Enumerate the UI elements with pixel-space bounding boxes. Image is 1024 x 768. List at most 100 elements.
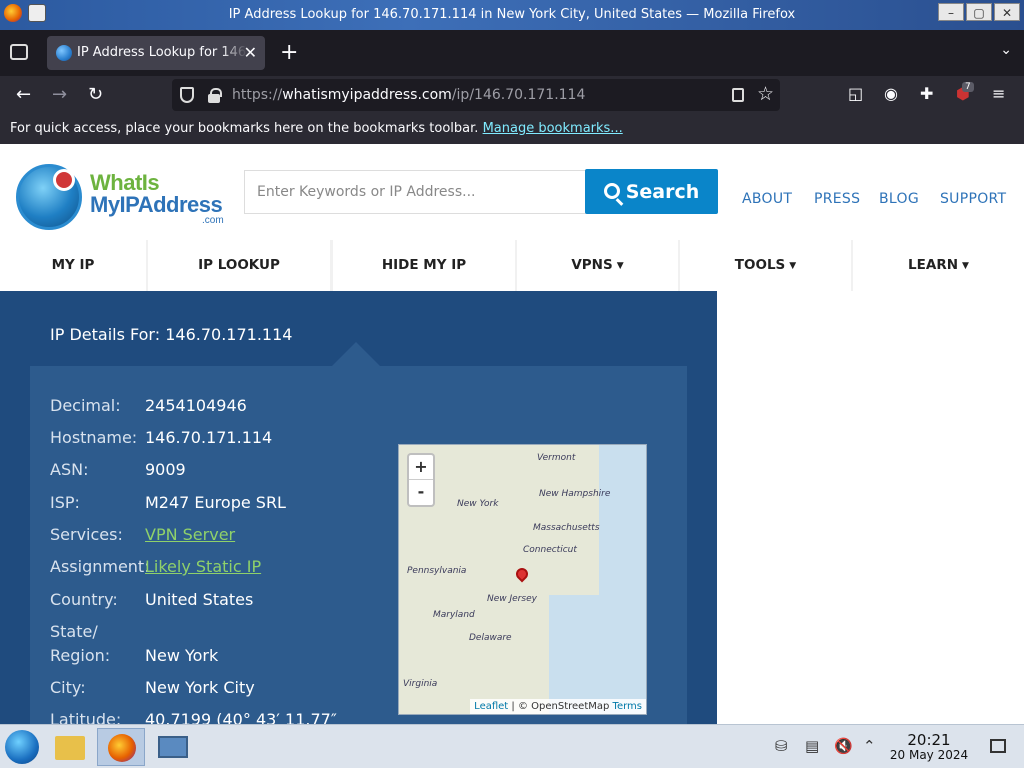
nav-ip-lookup[interactable]: IP LOOKUP: [148, 240, 330, 291]
osm-attribution: | © OpenStreetMap: [511, 701, 610, 712]
monitor-icon: [158, 736, 188, 758]
list-all-tabs-button[interactable]: ⌄: [1000, 42, 1012, 58]
detail-row-country: Country: United States: [50, 590, 253, 609]
site-search-box: [244, 170, 586, 214]
url-host: whatismyipaddress.com: [282, 87, 452, 103]
detail-value: M247 Europe SRL: [145, 493, 286, 512]
clock-time[interactable]: 20:21: [890, 731, 968, 749]
globe-icon: [56, 45, 72, 61]
os-taskbar: ⛁ ▤ 🔇 ⌃ 20:21 20 May 2024: [0, 724, 1024, 768]
tray-expand-icon[interactable]: ⌃: [863, 737, 876, 755]
site-logo[interactable]: WhatIs MyIPAddress .com: [16, 162, 226, 234]
forward-button[interactable]: →: [52, 84, 67, 105]
sidebar-area: [717, 291, 1024, 724]
window-title: IP Address Lookup for 146.70.171.114 in …: [228, 7, 796, 22]
detail-row-services: Services: VPN Server: [50, 525, 235, 544]
pocket-icon[interactable]: ◱: [848, 84, 863, 103]
network-icon[interactable]: ⛁: [775, 737, 788, 755]
map-label: Connecticut: [523, 545, 577, 555]
map-label: Virginia: [403, 679, 438, 689]
volume-muted-icon[interactable]: 🔇: [834, 737, 853, 755]
top-link-press[interactable]: PRESS: [814, 191, 860, 207]
reload-button[interactable]: ↻: [88, 84, 103, 105]
card-notch: [332, 342, 380, 366]
nav-hide-my-ip[interactable]: HIDE MY IP: [333, 240, 515, 291]
close-window-button[interactable]: ✕: [994, 3, 1020, 21]
extensions-icon[interactable]: ✚: [920, 84, 933, 103]
manage-bookmarks-link[interactable]: Manage bookmarks...: [483, 121, 623, 136]
clock-date[interactable]: 20 May 2024: [888, 748, 970, 762]
detail-value: United States: [145, 590, 254, 609]
nav-label: LEARN: [908, 257, 959, 273]
window-controls: – ▢ ✕: [938, 3, 1020, 21]
map-label: New York: [457, 499, 499, 509]
detail-row-assignment: Assignment: Likely Static IP: [50, 557, 261, 576]
nav-my-ip[interactable]: MY IP: [0, 240, 146, 291]
taskbar-monitor[interactable]: [148, 728, 196, 766]
file-manager-icon: [55, 736, 85, 760]
ip-details-title: IP Details For: 146.70.171.114: [50, 325, 293, 344]
nav-vpns[interactable]: VPNS ▼: [517, 240, 678, 291]
detail-value: 40.7199 (40° 43′ 11.77″: [145, 710, 337, 724]
bookmark-star-icon[interactable]: ☆: [757, 83, 774, 105]
maximize-button[interactable]: ▢: [966, 3, 992, 21]
services-link[interactable]: VPN Server: [145, 525, 235, 544]
detail-key: ISP:: [50, 493, 80, 512]
tab-label: IP Address Lookup for 146.70.171.114 in …: [77, 45, 247, 60]
url-bar[interactable]: https://whatismyipaddress.com/ip/146.70.…: [172, 79, 780, 111]
navigation-toolbar: ← → ↻ https://whatismyipaddress.com/ip/1…: [0, 76, 1024, 114]
assignment-link[interactable]: Likely Static IP: [145, 557, 261, 576]
taskbar-file-manager[interactable]: [47, 728, 95, 766]
top-link-support[interactable]: SUPPORT: [940, 191, 1006, 207]
detail-key: Decimal:: [50, 396, 121, 415]
clipboard-icon[interactable]: ▤: [805, 737, 819, 755]
zoom-out-button[interactable]: -: [409, 480, 433, 505]
lock-icon[interactable]: [208, 88, 222, 103]
nav-tools[interactable]: TOOLS ▼: [680, 240, 851, 291]
zoom-in-button[interactable]: +: [409, 455, 433, 480]
map-zoom-control: + -: [407, 453, 435, 507]
app-menu-button[interactable]: ≡: [992, 84, 1005, 103]
url-text[interactable]: https://whatismyipaddress.com/ip/146.70.…: [232, 87, 585, 103]
detail-key: City:: [50, 678, 86, 697]
map-label: Maryland: [433, 610, 475, 620]
site-search-input[interactable]: [245, 171, 585, 213]
tracking-protection-icon[interactable]: [180, 87, 194, 103]
detail-key: Assignment:: [50, 557, 150, 576]
detail-key: Services:: [50, 525, 123, 544]
reader-view-icon[interactable]: [732, 88, 744, 102]
caret-down-icon: ▼: [962, 261, 969, 271]
detail-key: ASN:: [50, 460, 89, 479]
tab-strip: IP Address Lookup for 146.70.171.114 in …: [0, 30, 1024, 76]
nav-label: HIDE MY IP: [381, 257, 467, 273]
window-titlebar: IP Address Lookup for 146.70.171.114 in …: [0, 0, 1024, 30]
back-button[interactable]: ←: [16, 84, 31, 105]
start-button[interactable]: [5, 730, 39, 764]
taskbar-firefox[interactable]: [97, 728, 145, 766]
ip-details-panel: IP Details For: 146.70.171.114 Decimal: 2…: [0, 291, 717, 724]
nav-learn[interactable]: LEARN ▼: [853, 240, 1024, 291]
map-label: New Hampshire: [539, 489, 611, 499]
new-tab-button[interactable]: +: [280, 40, 298, 65]
top-link-about[interactable]: ABOUT: [742, 191, 792, 207]
tab-close-icon[interactable]: ✕: [244, 43, 257, 62]
map-label: Pennsylvania: [407, 566, 467, 576]
detail-key: Latitude:: [50, 710, 122, 724]
detail-key: Country:: [50, 590, 118, 609]
site-search-button[interactable]: Search: [585, 169, 718, 214]
logo-text-line3: .com: [202, 215, 224, 226]
location-map[interactable]: Vermont New Hampshire New York Massachus…: [398, 444, 647, 715]
detail-row-region: Region: New York: [50, 646, 218, 665]
tab-active[interactable]: IP Address Lookup for 146.70.171.114 in …: [47, 36, 265, 70]
terms-link[interactable]: Terms: [613, 701, 642, 712]
minimize-button[interactable]: –: [938, 3, 964, 21]
map-label: Massachusetts: [533, 523, 600, 533]
site-header: WhatIs MyIPAddress .com Search ABOUT PRE…: [0, 144, 1024, 240]
nav-label: IP LOOKUP: [198, 257, 280, 273]
account-icon[interactable]: ◉: [884, 84, 898, 103]
firefox-view-button[interactable]: [10, 44, 28, 60]
top-link-blog[interactable]: BLOG: [879, 191, 919, 207]
show-desktop-icon[interactable]: [990, 739, 1006, 753]
detail-row-city: City: New York City: [50, 678, 255, 697]
leaflet-link[interactable]: Leaflet: [474, 701, 508, 712]
